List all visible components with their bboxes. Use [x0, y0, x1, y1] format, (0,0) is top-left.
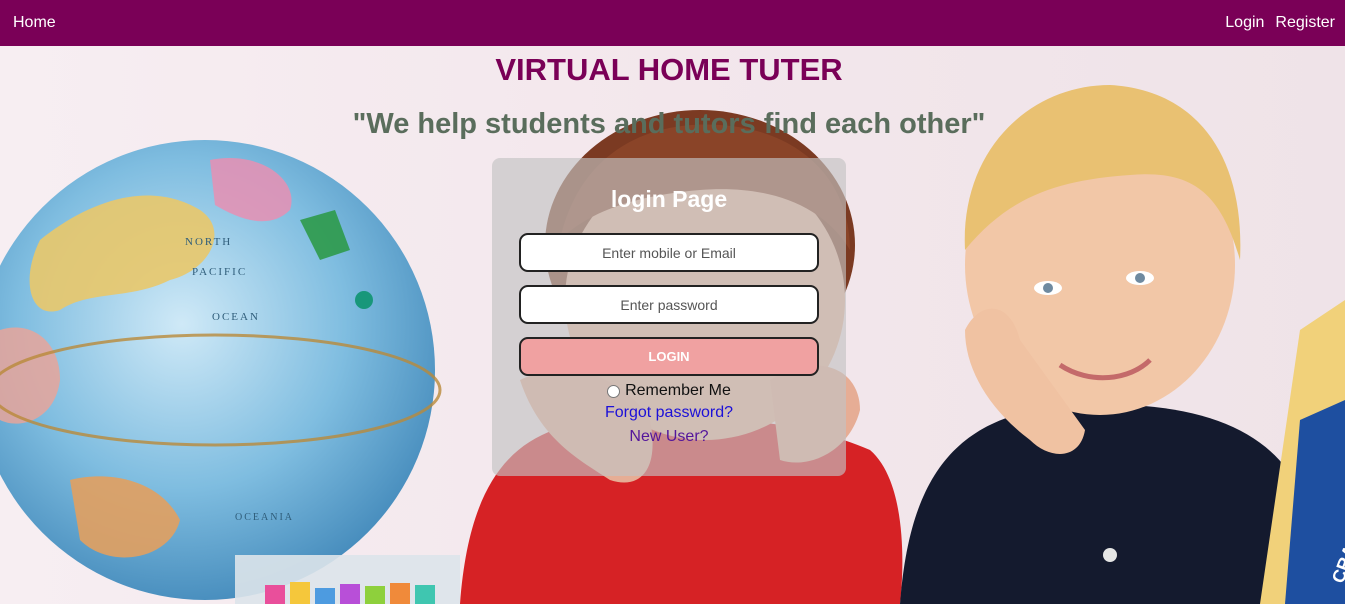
- tagline: "We help students and tutors find each o…: [352, 108, 986, 140]
- nav-right-group: Login Register: [1225, 14, 1335, 32]
- svg-text:NORTH: NORTH: [185, 236, 232, 248]
- remember-me-row: Remember Me: [492, 382, 846, 400]
- email-input[interactable]: [519, 233, 819, 272]
- svg-text:PACIFIC: PACIFIC: [192, 266, 247, 278]
- password-input[interactable]: [519, 285, 819, 324]
- login-card: login Page LOGIN Remember Me Forgot pass…: [492, 158, 846, 476]
- svg-text:OCEANIA: OCEANIA: [235, 512, 294, 523]
- svg-text:OCEAN: OCEAN: [212, 311, 260, 323]
- forgot-password-link[interactable]: Forgot password?: [492, 404, 846, 422]
- nav-home-link[interactable]: Home: [13, 14, 56, 32]
- top-navbar: Home Login Register: [0, 0, 1345, 46]
- login-heading: login Page: [610, 186, 728, 212]
- site-title: VIRTUAL HOME TUTER: [495, 52, 843, 87]
- remember-me-radio[interactable]: [607, 384, 621, 398]
- nav-register-link[interactable]: Register: [1275, 14, 1335, 32]
- login-button[interactable]: LOGIN: [519, 337, 819, 376]
- markers-box: [235, 555, 460, 604]
- remember-me-label: Remember Me: [625, 382, 731, 399]
- nav-login-link[interactable]: Login: [1225, 14, 1264, 32]
- new-user-link[interactable]: New User?: [492, 428, 846, 446]
